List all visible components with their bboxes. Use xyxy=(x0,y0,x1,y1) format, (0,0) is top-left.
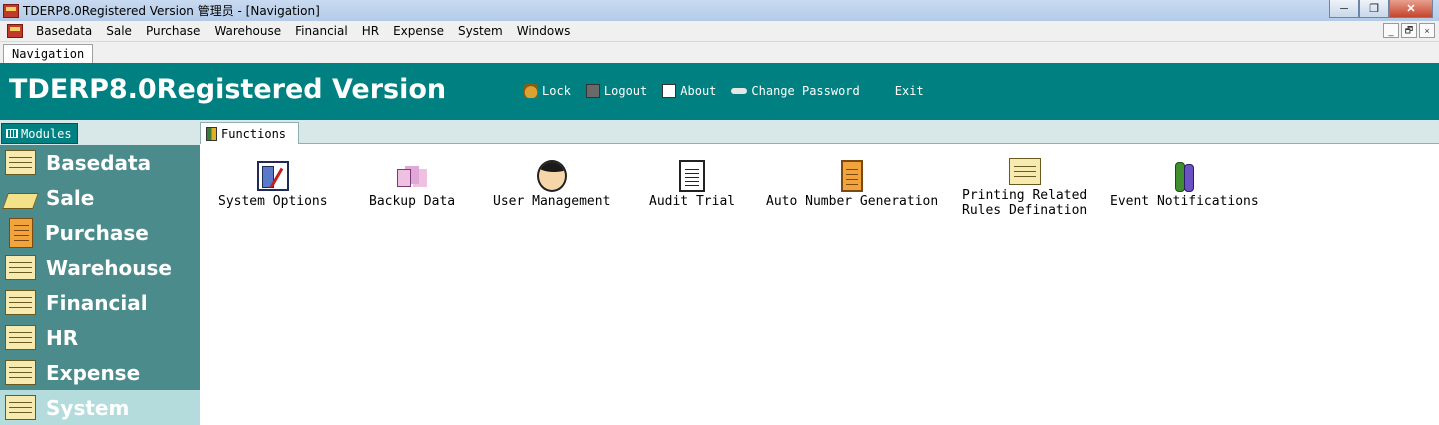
function-event-notifications[interactable]: Event Notifications xyxy=(1110,158,1259,209)
sidebar-item-basedata[interactable]: Basedata xyxy=(0,145,200,180)
folder-icon xyxy=(5,395,36,420)
folder-icon xyxy=(5,290,36,315)
mdi-minimize-button[interactable]: _ xyxy=(1383,23,1399,38)
book-icon xyxy=(5,185,36,210)
maximize-button[interactable]: ❐ xyxy=(1359,0,1389,18)
tab-navigation[interactable]: Navigation xyxy=(3,44,94,63)
logout-label: Logout xyxy=(603,84,648,98)
backup-icon xyxy=(397,165,427,187)
change-password-button[interactable]: Change Password xyxy=(731,84,860,98)
key-icon xyxy=(731,88,748,94)
modules-tab-label: Modules xyxy=(21,126,72,141)
mdi-close-button[interactable]: × xyxy=(1419,23,1435,38)
folder-icon xyxy=(5,360,36,385)
modules-sidebar: Modules Basedata Sale Purchase Warehouse… xyxy=(0,120,200,425)
close-button[interactable]: ✕ xyxy=(1389,0,1433,18)
sidebar-item-hr[interactable]: HR xyxy=(0,320,200,355)
lock-icon xyxy=(524,84,538,98)
change-password-label: Change Password xyxy=(751,84,860,98)
mdi-controls: _ 🗗 × xyxy=(1383,23,1435,38)
function-label: User Management xyxy=(493,194,611,209)
window-controls: ─ ❐ ✕ xyxy=(1329,0,1433,18)
sidebar-item-expense[interactable]: Expense xyxy=(0,355,200,390)
sidebar-item-label: System xyxy=(46,395,130,420)
document-tab-bar: Navigation xyxy=(0,42,1439,63)
numbering-notebook-icon xyxy=(841,160,864,192)
app-header: TDERP8.0Registered Version Lock Logout A… xyxy=(0,63,1439,120)
sidebar-item-label: Financial xyxy=(46,290,148,315)
function-backup-data[interactable]: Backup Data xyxy=(369,158,455,209)
logout-button[interactable]: Logout xyxy=(585,84,648,98)
app-logo-icon xyxy=(3,3,19,18)
sidebar-item-label: Sale xyxy=(46,185,95,210)
function-audit-trial[interactable]: Audit Trial xyxy=(649,158,735,209)
app-title: TDERP8.0Registered Version xyxy=(9,74,447,105)
menu-expense[interactable]: Expense xyxy=(386,21,451,41)
modules-list: Basedata Sale Purchase Warehouse Financi… xyxy=(0,145,200,425)
exit-label: Exit xyxy=(894,84,924,98)
tab-functions[interactable]: Functions xyxy=(200,122,300,144)
sidebar-item-label: HR xyxy=(46,325,79,350)
minimize-button[interactable]: ─ xyxy=(1329,0,1359,18)
function-label: Auto Number Generation xyxy=(766,194,939,209)
header-toolbar: Lock Logout About Change Password Exit xyxy=(524,84,939,98)
sidebar-item-financial[interactable]: Financial xyxy=(0,285,200,320)
function-label: Printing Related Rules Defination xyxy=(962,188,1088,218)
functions-tab-label: Functions xyxy=(221,126,287,141)
function-label: Audit Trial xyxy=(649,194,736,209)
sidebar-item-warehouse[interactable]: Warehouse xyxy=(0,250,200,285)
sidebar-item-sale[interactable]: Sale xyxy=(0,180,200,215)
modules-grid-icon xyxy=(6,129,18,138)
function-system-options[interactable]: System Options xyxy=(218,158,328,209)
menu-hr[interactable]: HR xyxy=(355,21,386,41)
logout-icon xyxy=(585,84,600,98)
about-label: About xyxy=(680,84,717,98)
menu-system[interactable]: System xyxy=(451,21,510,41)
lock-label: Lock xyxy=(542,84,571,98)
functions-tab-bar: Functions xyxy=(200,120,1439,144)
function-printing-rules[interactable]: Printing Related Rules Defination xyxy=(962,154,1087,218)
functions-tab-icon xyxy=(206,126,217,141)
sidebar-item-label: Purchase xyxy=(45,220,149,245)
app-menu-icon[interactable] xyxy=(7,24,23,38)
window-title: TDERP8.0Registered Version 管理员 - [Naviga… xyxy=(23,4,320,18)
exit-button[interactable]: Exit xyxy=(895,84,924,98)
function-label: Backup Data xyxy=(369,194,456,209)
function-auto-number-generation[interactable]: Auto Number Generation xyxy=(766,158,938,209)
audit-document-icon xyxy=(679,160,706,192)
about-button[interactable]: About xyxy=(662,84,716,98)
event-notification-icon xyxy=(1173,160,1195,192)
window-title-bar: TDERP8.0Registered Version 管理员 - [Naviga… xyxy=(0,0,1439,21)
menu-sale[interactable]: Sale xyxy=(99,21,139,41)
sidebar-item-label: Warehouse xyxy=(46,255,172,280)
sidebar-item-label: Expense xyxy=(46,360,141,385)
sidebar-item-system[interactable]: System xyxy=(0,390,200,425)
folder-icon xyxy=(5,150,36,175)
lock-button[interactable]: Lock xyxy=(524,84,571,98)
sidebar-item-purchase[interactable]: Purchase xyxy=(0,215,200,250)
folder-icon xyxy=(5,325,36,350)
menu-basedata[interactable]: Basedata xyxy=(29,21,99,41)
menu-bar: Basedata Sale Purchase Warehouse Financi… xyxy=(0,21,1439,42)
user-icon xyxy=(536,160,567,192)
function-label: Event Notifications xyxy=(1110,194,1259,209)
tab-modules[interactable]: Modules xyxy=(1,123,78,144)
function-user-management[interactable]: User Management xyxy=(493,158,610,209)
mdi-restore-button[interactable]: 🗗 xyxy=(1401,23,1417,38)
settings-window-icon xyxy=(256,161,289,191)
print-rules-icon xyxy=(1008,157,1041,185)
notebook-icon xyxy=(9,217,33,248)
menu-warehouse[interactable]: Warehouse xyxy=(207,21,288,41)
functions-panel: Functions System Options Backup Data Use… xyxy=(200,120,1439,425)
folder-icon xyxy=(5,255,36,280)
about-icon xyxy=(662,84,677,98)
menu-purchase[interactable]: Purchase xyxy=(139,21,208,41)
functions-grid: System Options Backup Data User Manageme… xyxy=(200,144,1439,425)
sidebar-item-label: Basedata xyxy=(46,150,152,175)
function-label: System Options xyxy=(218,194,328,209)
menu-windows[interactable]: Windows xyxy=(510,21,578,41)
menu-financial[interactable]: Financial xyxy=(288,21,355,41)
